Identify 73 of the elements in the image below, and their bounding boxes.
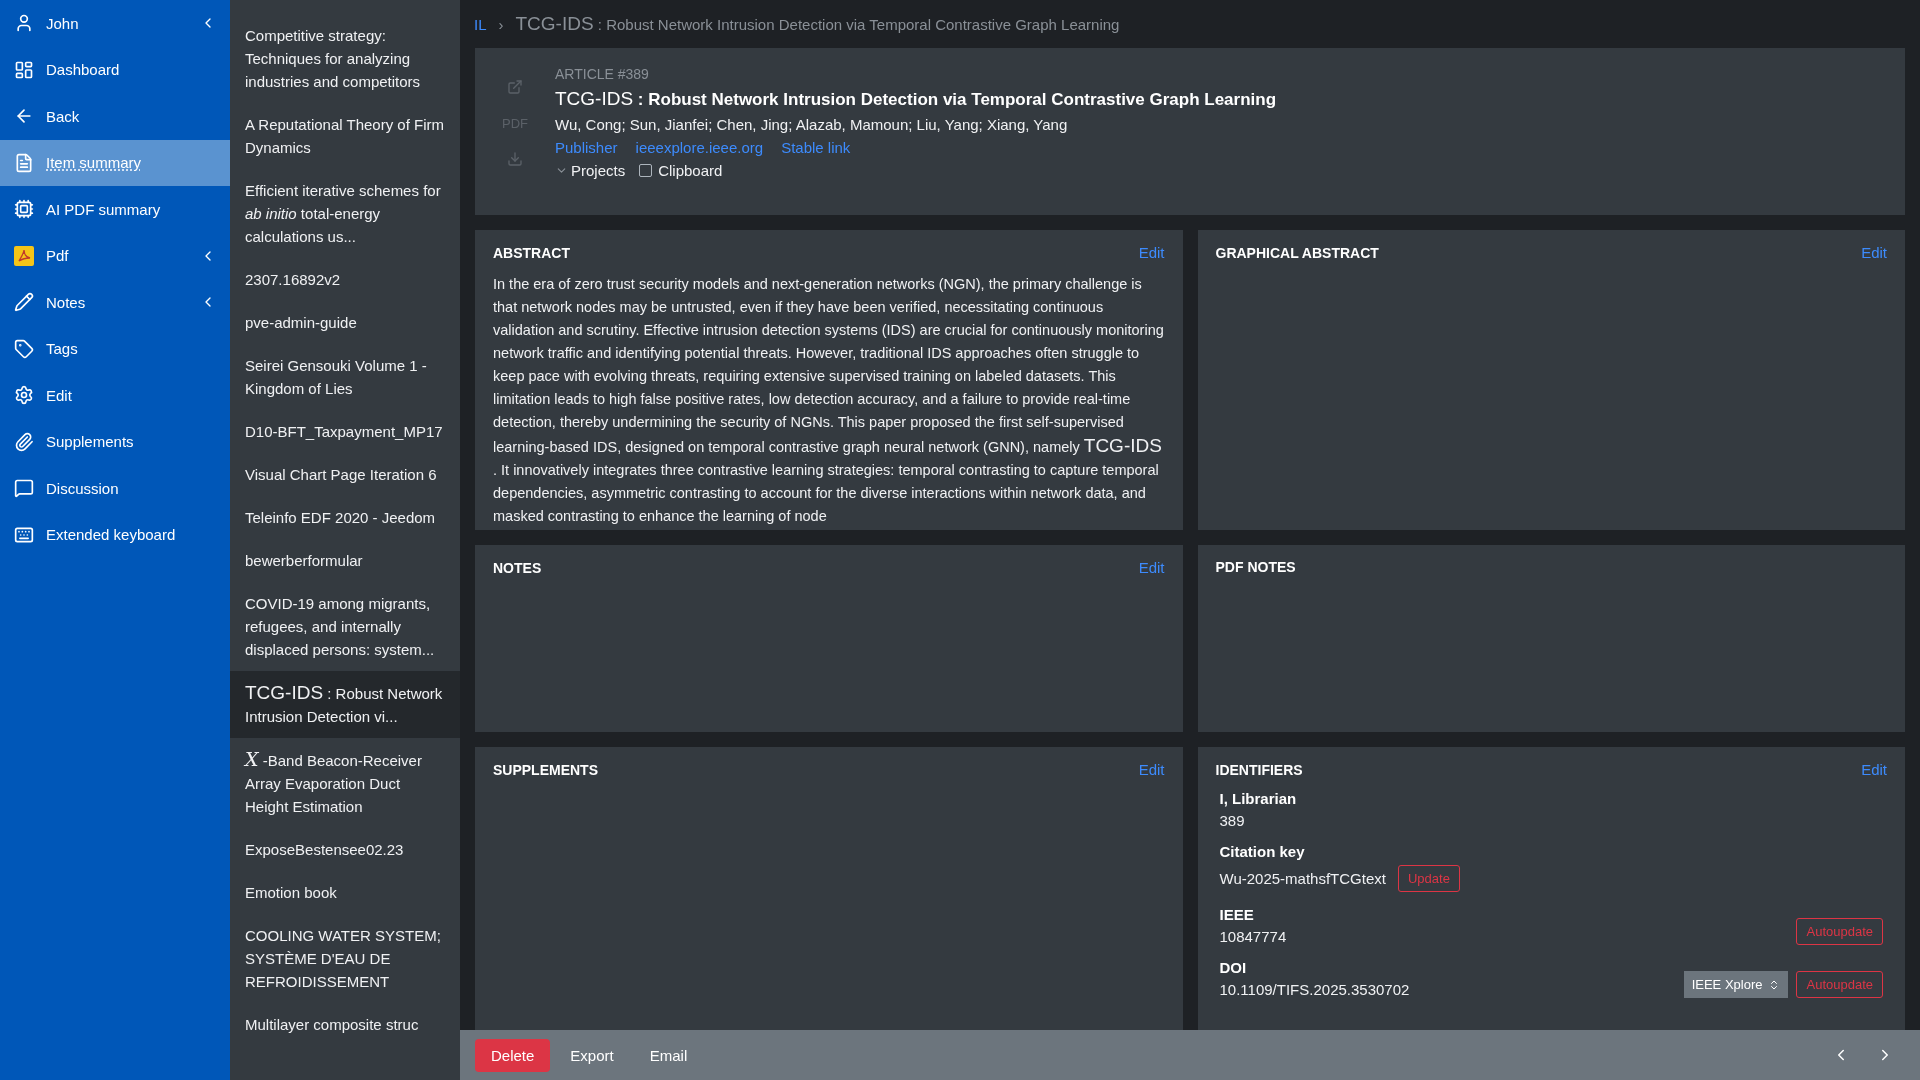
sidebar-item[interactable]: Supplements <box>0 418 230 465</box>
sidebar-item[interactable]: Back <box>0 93 230 140</box>
section-title: SUPPLEMENTS <box>493 761 598 778</box>
article-title: TCG-IDS : Robust Network Intrusion Detection via Temporal Contrastive Graph Learning <box>555 88 1277 110</box>
sidebar-item[interactable]: Discussion <box>0 465 230 512</box>
sidebar-item[interactable]: Pdf <box>0 232 230 279</box>
list-item[interactable]: X -Band Beacon-Receiver Array Evaporation Duct Height Estimation <box>230 738 460 828</box>
external-link[interactable]: ieeexplore.ieee.org <box>635 139 764 156</box>
source-select[interactable]: IEEE Xplore <box>1683 971 1789 998</box>
toolbar-button[interactable]: Email <box>633 1038 704 1072</box>
toolbar-button[interactable]: Delete <box>475 1038 551 1072</box>
external-link[interactable]: Publisher <box>555 139 618 156</box>
sidebar-item[interactable]: Notes <box>0 279 230 326</box>
sidebar-item[interactable]: Edit <box>0 372 230 419</box>
chip-icon <box>14 199 34 220</box>
edit-link[interactable]: Edit <box>1138 559 1165 576</box>
field-value: 10847774 <box>1219 928 1287 945</box>
list-item[interactable]: A Reputational Theory of Firm Dynamics <box>230 103 460 169</box>
abstract-text: In the era of zero trust security models and next-generation networks (NGN), the primary challenge is that network nodes may be untrusted, even if they have been verified, necessitating continuous validation and scrutiny. Effective intrusion detection systems (IDS) are crucial for continuously monitoring network traffic and identifying potential threats. However, traditional IDS approaches often struggle to keep pace with evolving threats, requiring extensive supervised training on labeled datasets. This limitation leads to high false positive rates, low detection accuracy, and a failure to provide real-time detection, thereby undermining the security of NGNs. This paper proposed the first self-supervised learning-based IDS, designed on temporal contrastive graph neural network (GNN), namely TCG-IDS . It innovatively integrates three contrastive learning strategies: temporal contrasting to capture temporal dependencies, asymmetric contrasting to account for the diverse interactions within network data, and masked contrasting to enhance the learning of node <box>493 275 1165 526</box>
section-title: IDENTIFIERS <box>1215 761 1303 778</box>
toolbar-button[interactable]: Export <box>554 1038 630 1072</box>
list-item[interactable]: Visual Chart Page Iteration 6 <box>230 453 460 496</box>
article-number: ARTICLE #389 <box>555 66 650 82</box>
section-title: GRAPHICAL ABSTRACT <box>1215 244 1379 261</box>
sidebar-item[interactable]: AI PDF summary <box>0 186 230 233</box>
sidebar-item[interactable]: Dashboard <box>0 46 230 93</box>
list-item[interactable]: Seirei Gensouki Volume 1 - Kingdom of Lies <box>230 344 460 410</box>
sidebar-item[interactable]: John <box>0 0 230 47</box>
authors-text: Wu, Cong; Sun, Jianfei; Chen, Jing; Alazab, Mamoun; Liu, Yang; Xiang, Yang <box>555 116 1069 133</box>
external-link[interactable]: Stable link <box>781 139 851 156</box>
document-icon <box>14 152 34 173</box>
edit-link[interactable]: Edit <box>1138 761 1165 778</box>
list-item[interactable]: TCG-IDS : Robust Network Intrusion Detection vi... <box>230 671 460 738</box>
edit-link[interactable]: Edit <box>1861 244 1887 261</box>
field-value: Wu-2025-mathsfTCGtext <box>1219 870 1386 887</box>
edit-link[interactable]: Edit <box>1861 761 1887 778</box>
list-item[interactable]: COOLING WATER SYSTEM; SYSTÈME D'EAU DE REFROIDISSEMENT <box>230 914 460 1003</box>
list-item[interactable]: Teleinfo EDF 2020 - Jeedom <box>230 496 460 539</box>
clipboard-checkbox[interactable]: Clipboard <box>639 162 723 179</box>
pencil-icon <box>14 292 34 313</box>
breadcrumb-link[interactable]: IL <box>474 15 487 33</box>
section-title: ABSTRACT <box>493 244 570 261</box>
section-title: PDF NOTES <box>1215 559 1296 575</box>
list-item[interactable]: D10-BFT_Taxpayment_MP17 <box>230 410 460 453</box>
section-title: NOTES <box>493 559 542 576</box>
list-item[interactable]: pve-admin-guide <box>230 301 460 344</box>
field-label: Citation key <box>1219 843 1306 860</box>
field-label: IEEE <box>1219 906 1255 923</box>
breadcrumb-separator: › <box>498 15 504 33</box>
list-item[interactable]: Efficient iterative schemes for ab initio total-energy calculations us... <box>230 169 460 258</box>
user-icon <box>14 13 34 34</box>
chat-icon <box>14 478 34 499</box>
projects-toggle[interactable]: Projects <box>555 162 626 179</box>
edit-link[interactable]: Edit <box>1138 244 1165 261</box>
sidebar-item[interactable]: Tags <box>0 325 230 372</box>
sidebar-item[interactable]: Extended keyboard <box>0 511 230 558</box>
paperclip-icon <box>14 431 34 452</box>
list-item[interactable]: ExposeBestensee02.23 <box>230 828 460 871</box>
field-value: 389 <box>1219 812 1245 829</box>
breadcrumb-current: TCG-IDS : Robust Network Intrusion Detection via Temporal Contrastive Graph Learning <box>515 13 1120 35</box>
field-value: 10.1109/TIFS.2025.3530702 <box>1219 981 1410 998</box>
dashboard-icon <box>14 59 34 80</box>
settings-icon <box>14 385 34 406</box>
pdf-icon <box>14 245 34 266</box>
list-item[interactable]: 2307.16892v2 <box>230 258 460 301</box>
tag-icon <box>14 338 34 359</box>
list-item[interactable]: bewerberformular <box>230 539 460 582</box>
list-item[interactable]: Competitive strategy: Techniques for analyzing industries and competitors <box>230 14 460 103</box>
list-item[interactable]: COVID-19 among migrants, refugees, and internally displaced persons: system... <box>230 582 460 671</box>
field-label: DOI <box>1219 959 1248 976</box>
list-item[interactable]: Multilayer composite struc <box>230 1003 460 1046</box>
field-label: I, Librarian <box>1219 790 1297 807</box>
list-item[interactable]: Emotion book <box>230 871 460 914</box>
